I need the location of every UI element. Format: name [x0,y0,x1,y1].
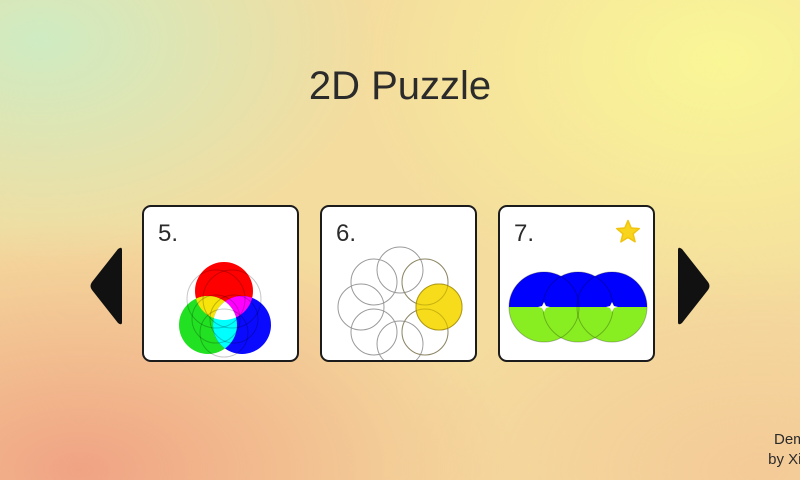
credit-line-1: Demo [773,431,800,448]
page-title: 2D Puzzle [308,64,492,108]
next-arrow-icon[interactable] [674,246,712,326]
rgb-circles-puzzle-icon [179,262,271,358]
level-card-5[interactable]: 5. [142,205,299,362]
two-color-circles-puzzle-icon [508,271,648,343]
level-card-6[interactable]: 6. [320,205,477,362]
credit-line-2: by Xi L [768,451,800,468]
level-card-7[interactable]: 7. [498,205,655,362]
credit-text: Demo by Xi L [768,430,800,470]
prev-arrow-icon[interactable] [88,246,126,326]
ring-circles-puzzle-icon [337,246,463,360]
